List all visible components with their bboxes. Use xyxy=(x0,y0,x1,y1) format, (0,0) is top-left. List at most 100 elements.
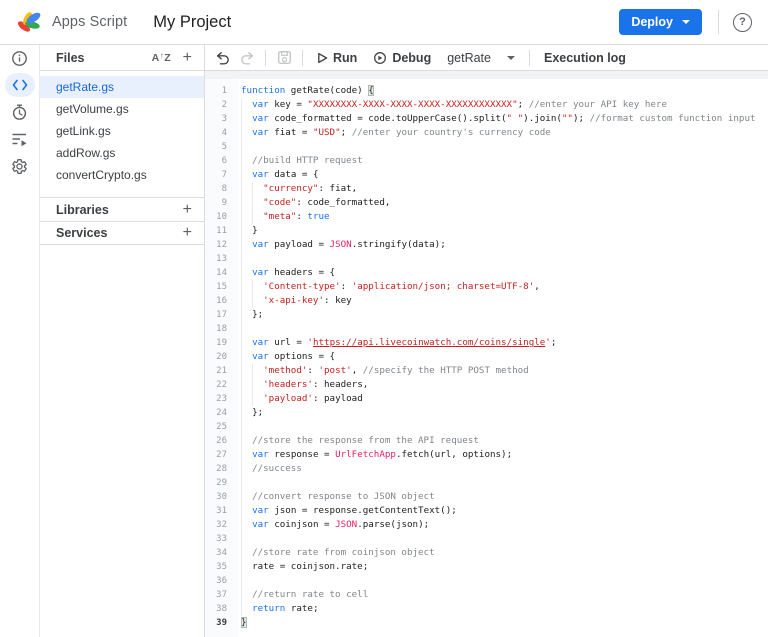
line-number[interactable]: 34 xyxy=(205,546,238,560)
code-line[interactable]: 28 //success xyxy=(205,462,768,476)
deploy-button[interactable]: Deploy xyxy=(619,9,702,35)
code-line[interactable]: 25 xyxy=(205,420,768,434)
nav-overview[interactable] xyxy=(0,46,40,70)
line-number[interactable]: 7 xyxy=(205,168,238,182)
code-line[interactable]: 5 xyxy=(205,140,768,154)
add-file-icon[interactable]: + xyxy=(181,50,194,66)
code-line[interactable]: 11 } xyxy=(205,224,768,238)
code-line[interactable]: 32 var coinjson = JSON.parse(json); xyxy=(205,518,768,532)
code-line[interactable]: 37 //return rate to cell xyxy=(205,588,768,602)
services-section[interactable]: Services + xyxy=(40,221,204,245)
code-line[interactable]: 30 //convert response to JSON object xyxy=(205,490,768,504)
code-line[interactable]: 12 var payload = JSON.stringify(data); xyxy=(205,238,768,252)
project-title[interactable]: My Project xyxy=(153,13,231,32)
help-icon[interactable]: ? xyxy=(733,13,752,32)
code-line[interactable]: 22 'headers': headers, xyxy=(205,378,768,392)
code-line[interactable]: 24 }; xyxy=(205,406,768,420)
line-number[interactable]: 32 xyxy=(205,518,238,532)
line-number[interactable]: 13 xyxy=(205,252,238,266)
line-number[interactable]: 37 xyxy=(205,588,238,602)
save-icon[interactable] xyxy=(272,47,296,69)
line-number[interactable]: 25 xyxy=(205,420,238,434)
code-line[interactable]: 18 xyxy=(205,322,768,336)
code-line[interactable]: 39} xyxy=(205,616,768,630)
file-row[interactable]: getVolume.gs xyxy=(40,98,204,120)
debug-button[interactable]: Debug xyxy=(365,47,439,69)
nav-settings[interactable] xyxy=(0,154,40,178)
line-number[interactable]: 33 xyxy=(205,532,238,546)
line-number[interactable]: 15 xyxy=(205,280,238,294)
code-line[interactable]: 13 xyxy=(205,252,768,266)
file-row[interactable]: getLink.gs xyxy=(40,120,204,142)
line-number[interactable]: 24 xyxy=(205,406,238,420)
line-number[interactable]: 6 xyxy=(205,154,238,168)
execution-log-button[interactable]: Execution log xyxy=(536,47,634,69)
sort-az-icon[interactable]: A↑Z xyxy=(152,52,171,64)
code-line[interactable]: 34 //store rate from coinjson object xyxy=(205,546,768,560)
code-line[interactable]: 4 var fiat = "USD"; //enter your country… xyxy=(205,126,768,140)
code-line[interactable]: 21 'method': 'post', //specify the HTTP … xyxy=(205,364,768,378)
line-number[interactable]: 21 xyxy=(205,364,238,378)
code-line[interactable]: 38 return rate; xyxy=(205,602,768,616)
file-row[interactable]: addRow.gs xyxy=(40,142,204,164)
code-line[interactable]: 14 var headers = { xyxy=(205,266,768,280)
line-number[interactable]: 8 xyxy=(205,182,238,196)
line-number[interactable]: 9 xyxy=(205,196,238,210)
line-number[interactable]: 2 xyxy=(205,98,238,112)
redo-icon[interactable] xyxy=(235,47,259,69)
line-number[interactable]: 3 xyxy=(205,112,238,126)
code-line[interactable]: 10 "meta": true xyxy=(205,210,768,224)
code-line[interactable]: 36 xyxy=(205,574,768,588)
libraries-section[interactable]: Libraries + xyxy=(40,197,204,221)
run-button[interactable]: Run xyxy=(309,47,365,69)
line-number[interactable]: 19 xyxy=(205,336,238,350)
line-number[interactable]: 28 xyxy=(205,462,238,476)
code-line[interactable]: 9 "code": code_formatted, xyxy=(205,196,768,210)
line-number[interactable]: 22 xyxy=(205,378,238,392)
code-line[interactable]: 29 xyxy=(205,476,768,490)
line-number[interactable]: 14 xyxy=(205,266,238,280)
line-number[interactable]: 16 xyxy=(205,294,238,308)
code-line[interactable]: 23 'payload': payload xyxy=(205,392,768,406)
code-line[interactable]: 19 var url = 'https://api.livecoinwatch.… xyxy=(205,336,768,350)
file-row[interactable]: convertCrypto.gs xyxy=(40,164,204,186)
line-number[interactable]: 26 xyxy=(205,434,238,448)
line-number[interactable]: 31 xyxy=(205,504,238,518)
function-selector[interactable]: getRate xyxy=(439,47,523,69)
file-row[interactable]: getRate.gs xyxy=(40,76,204,98)
line-number[interactable]: 11 xyxy=(205,224,238,238)
line-number[interactable]: 39 xyxy=(205,616,238,630)
code-line[interactable]: 16 'x-api-key': key xyxy=(205,294,768,308)
line-number[interactable]: 23 xyxy=(205,392,238,406)
line-number[interactable]: 20 xyxy=(205,350,238,364)
line-number[interactable]: 35 xyxy=(205,560,238,574)
line-number[interactable]: 10 xyxy=(205,210,238,224)
code-line[interactable]: 2 var key = "XXXXXXXX-XXXX-XXXX-XXXX-XXX… xyxy=(205,98,768,112)
code-line[interactable]: 15 'Content-type': 'application/json; ch… xyxy=(205,280,768,294)
code-line[interactable]: 6 //build HTTP request xyxy=(205,154,768,168)
code-line[interactable]: 17 }; xyxy=(205,308,768,322)
apps-script-logo-icon[interactable] xyxy=(16,9,43,36)
line-number[interactable]: 36 xyxy=(205,574,238,588)
nav-triggers[interactable] xyxy=(0,100,40,124)
line-number[interactable]: 5 xyxy=(205,140,238,154)
code-line[interactable]: 35 rate = coinjson.rate; xyxy=(205,560,768,574)
code-line[interactable]: 31 var json = response.getContentText(); xyxy=(205,504,768,518)
code-line[interactable]: 20 var options = { xyxy=(205,350,768,364)
add-service-icon[interactable]: + xyxy=(181,225,194,241)
line-number[interactable]: 18 xyxy=(205,322,238,336)
line-number[interactable]: 38 xyxy=(205,602,238,616)
add-library-icon[interactable]: + xyxy=(181,202,194,218)
code-line[interactable]: 26 //store the response from the API req… xyxy=(205,434,768,448)
line-number[interactable]: 4 xyxy=(205,126,238,140)
code-editor[interactable]: 1function getRate(code) {2 var key = "XX… xyxy=(205,79,768,637)
nav-executions[interactable] xyxy=(0,127,40,151)
code-line[interactable]: 1function getRate(code) { xyxy=(205,84,768,98)
line-number[interactable]: 27 xyxy=(205,448,238,462)
code-line[interactable]: 7 var data = { xyxy=(205,168,768,182)
line-number[interactable]: 17 xyxy=(205,308,238,322)
undo-icon[interactable] xyxy=(211,47,235,69)
nav-editor[interactable] xyxy=(0,73,40,97)
code-line[interactable]: 8 "currency": fiat, xyxy=(205,182,768,196)
line-number[interactable]: 30 xyxy=(205,490,238,504)
